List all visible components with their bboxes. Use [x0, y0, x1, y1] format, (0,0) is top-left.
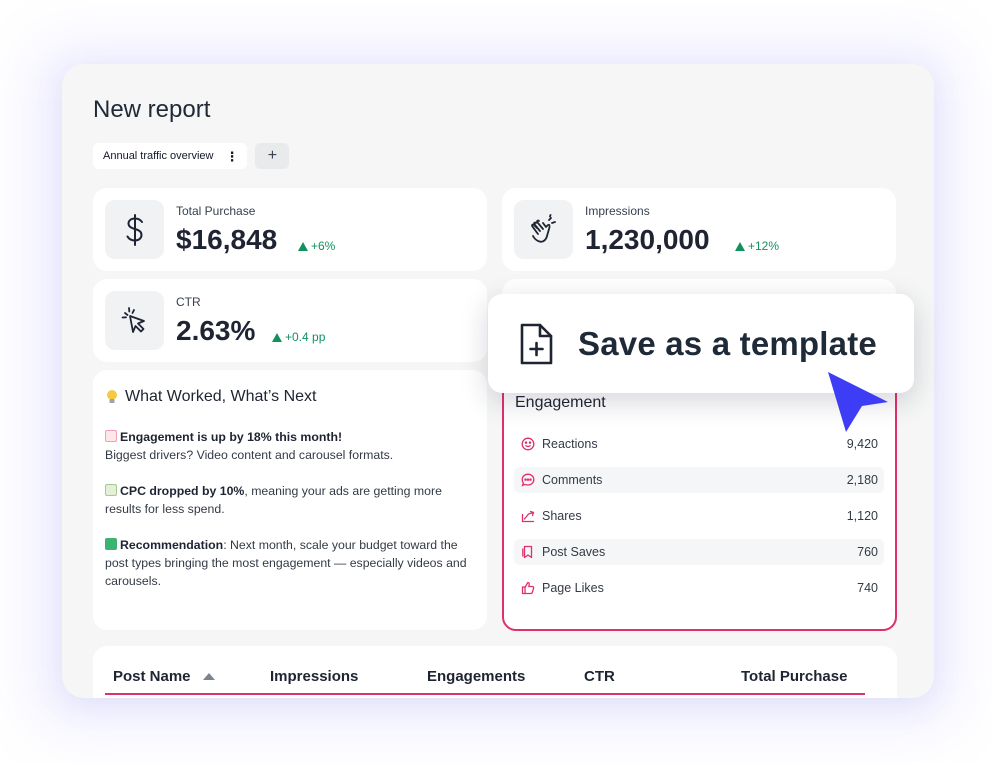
kpi-total-purchase: Total Purchase $16,848 +6%	[93, 188, 487, 271]
check-mark-icon	[105, 538, 117, 550]
clapping-hands-icon	[514, 200, 573, 259]
kpi-delta: +6%	[298, 239, 335, 253]
insights-title-text: What Worked, What’s Next	[125, 388, 317, 405]
page-title: New report	[93, 96, 211, 123]
save-as-template-label: Save as a template	[578, 325, 877, 362]
up-triangle-icon	[735, 241, 745, 251]
posts-table: Post Name Impressions Engagements CTR To…	[93, 646, 897, 698]
column-header-ctr[interactable]: CTR	[584, 668, 615, 685]
up-triangle-icon	[298, 241, 308, 251]
comment-icon	[520, 472, 536, 488]
bookmark-icon	[520, 544, 536, 560]
insight-text: Biggest drivers? Video content and carou…	[105, 448, 394, 462]
header-label: CTR	[584, 668, 615, 685]
row-label: Post Saves	[542, 545, 606, 559]
delta-value: +6%	[311, 239, 336, 253]
row-value: 2,180	[846, 473, 878, 487]
header-label: Post Name	[113, 668, 191, 685]
kpi-label: Total Purchase	[176, 204, 256, 218]
insight-cpc: CPC dropped by 10%, meaning your ads are…	[105, 482, 475, 518]
tab-label: Annual traffic overview	[103, 150, 214, 162]
tab-annual-traffic-overview[interactable]: Annual traffic overview ⋮	[93, 143, 248, 169]
row-label: Page Likes	[542, 581, 604, 595]
row-value: 9,420	[846, 437, 878, 451]
engagement-row-post-saves: Post Saves 760	[514, 539, 884, 565]
lightbulb-icon	[107, 390, 117, 403]
chart-up-icon	[105, 430, 117, 442]
up-triangle-icon	[272, 332, 282, 342]
header-label: Engagements	[427, 668, 526, 685]
row-value: 1,120	[846, 509, 878, 523]
insights-card: What Worked, What’s Next Engagement is u…	[93, 370, 487, 630]
sort-ascending-icon[interactable]	[202, 673, 215, 680]
document-plus-icon	[518, 323, 554, 370]
insight-engagement: Engagement is up by 18% this month! Bigg…	[105, 428, 475, 464]
row-label: Shares	[542, 509, 582, 523]
header-label: Impressions	[270, 668, 359, 685]
engagement-row-shares: Shares 1,120	[514, 503, 884, 529]
smiley-icon	[520, 436, 536, 452]
kpi-value: 1,230,000	[585, 224, 710, 255]
row-label: Comments	[542, 473, 603, 487]
click-cursor-icon	[105, 291, 164, 350]
kpi-delta: +12%	[735, 239, 779, 253]
delta-value: +12%	[748, 239, 780, 253]
kebab-menu-icon[interactable]: ⋮	[225, 150, 238, 163]
header-underline	[105, 693, 865, 695]
kpi-label: Impressions	[585, 204, 650, 218]
kpi-delta: +0.4 pp	[272, 330, 325, 344]
row-value: 760	[857, 545, 878, 559]
kpi-ctr: CTR 2.63% +0.4 pp	[93, 279, 487, 362]
column-header-post-name[interactable]: Post Name	[113, 668, 215, 685]
engagement-row-page-likes: Page Likes 740	[514, 575, 884, 601]
kpi-value: $16,848	[176, 224, 278, 255]
money-wings-icon	[105, 484, 117, 496]
report-tabs: Annual traffic overview ⋮ +	[93, 143, 290, 169]
engagement-title: Engagement	[515, 394, 606, 411]
insight-recommendation: Recommendation: Next month, scale your b…	[105, 536, 475, 590]
add-tab-button[interactable]: +	[255, 143, 290, 169]
engagement-row-reactions: Reactions 9,420	[514, 431, 884, 457]
column-header-engagements[interactable]: Engagements	[427, 668, 525, 685]
insight-bold: CPC dropped by 10%	[120, 484, 245, 498]
dollar-icon	[105, 200, 164, 259]
share-arrow-icon	[520, 508, 536, 524]
engagement-row-comments: Comments 2,180	[514, 467, 884, 493]
row-value: 740	[857, 581, 878, 595]
insight-bold: Engagement is up by 18% this month!	[120, 430, 343, 444]
column-header-total-purchase[interactable]: Total Purchase	[741, 668, 847, 685]
header-label: Total Purchase	[741, 668, 848, 685]
kpi-value: 2.63%	[176, 315, 256, 346]
row-label: Reactions	[542, 437, 598, 451]
delta-value: +0.4 pp	[285, 330, 326, 344]
kpi-impressions: Impressions 1,230,000 +12%	[502, 188, 896, 271]
mouse-pointer-icon	[828, 372, 888, 432]
kpi-label: CTR	[176, 295, 201, 309]
thumbs-up-icon	[520, 580, 536, 596]
insights-title: What Worked, What’s Next	[105, 388, 475, 406]
column-header-impressions[interactable]: Impressions	[270, 668, 358, 685]
insight-bold: Recommendation	[120, 538, 224, 552]
